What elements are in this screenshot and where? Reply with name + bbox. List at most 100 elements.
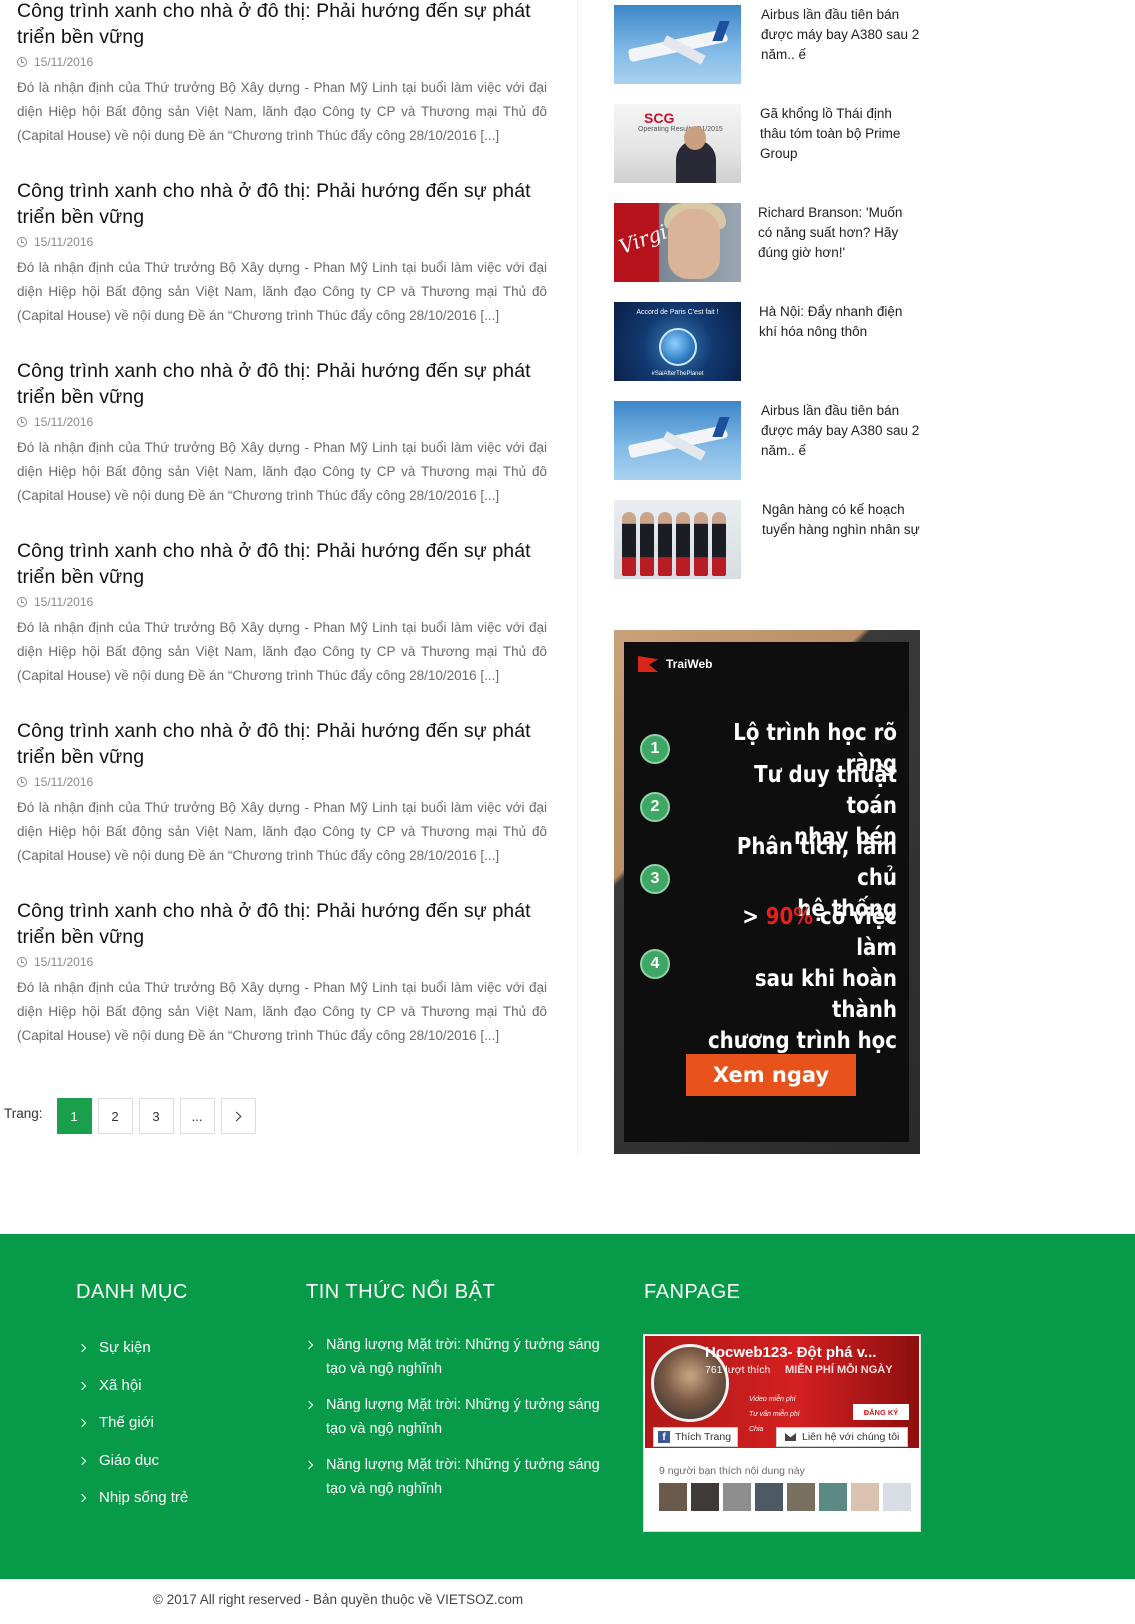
article-date-text: 15/11/2016 [34,775,94,789]
sidebar-news-title[interactable]: Airbus lần đầu tiên bán được máy bay A38… [761,401,921,461]
fanpage-bullet: Video miễn phí [749,1396,796,1403]
article-title[interactable]: Công trình xanh cho nhà ở đô thị: Phải h… [17,0,547,50]
avatar[interactable] [691,1483,719,1511]
sidebar-news-item[interactable]: Virgin Richard Branson: 'Muốn có năng su… [614,203,924,283]
article-date: 15/11/2016 [17,774,547,790]
news-thumbnail[interactable]: Virgin [614,203,741,282]
sidebar-news-title[interactable]: Richard Branson: 'Muốn có năng suất hơn?… [758,203,920,263]
article-excerpt: Đó là nhận định của Thứ trưởng Bộ Xây dự… [17,800,547,863]
footer: DANH MỤC Sự kiện Xã hội Thế giới Giáo dụ… [0,1234,1135,1579]
footer-featured-title: TIN THỨC NỔI BẬT [306,1281,496,1303]
footer-category-link[interactable]: Giáo dục [77,1451,188,1489]
ad-cta-button[interactable]: Xem ngay [686,1054,856,1096]
sidebar-news-item[interactable]: Accord de Paris C'est fait ! #SaiAfterTh… [614,302,924,382]
avatar[interactable] [755,1483,783,1511]
footer-featured-link[interactable]: Năng lượng Mặt trời: Những ý tưởng sáng … [304,1393,604,1453]
sidebar-news-item[interactable]: Ngân hàng có kế hoạch tuyển hàng nghìn n… [614,500,924,580]
article-date: 15/11/2016 [17,54,547,70]
ad-item-line: > 90% có việc làm [702,902,897,964]
thumbnail-caption: Operating Results Q1/2015 [638,126,723,133]
facebook-page-widget[interactable]: Hocweb123- Đột phá v... 761 lượt thích M… [643,1334,921,1532]
contact-us-button[interactable]: Liên hệ với chúng tôi [776,1427,909,1447]
footer-featured-link[interactable]: Năng lượng Mặt trời: Những ý tưởng sáng … [304,1333,604,1393]
article-title[interactable]: Công trình xanh cho nhà ở đô thị: Phải h… [17,898,547,950]
fanpage-name[interactable]: Hocweb123- Đột phá v... [705,1344,876,1361]
article-excerpt: Đó là nhận định của Thứ trưởng Bộ Xây dự… [17,440,547,503]
thumbnail-tag: #SaiAfterThePlanet [651,371,704,377]
avatar[interactable] [819,1483,847,1511]
fanpage-banner-text: MIỄN PHÍ MỖI NGÀY [785,1364,893,1376]
avatar[interactable] [883,1483,911,1511]
fanpage-likes: 761 lượt thích [705,1364,771,1376]
avatar[interactable] [851,1483,879,1511]
ad-item-number: 2 [640,791,670,822]
article-title[interactable]: Công trình xanh cho nhà ở đô thị: Phải h… [17,178,547,230]
footer-category-list: Sự kiện Xã hội Thế giới Giáo dục Nhịp số… [77,1338,188,1526]
news-thumbnail[interactable] [614,401,741,480]
article-date-text: 15/11/2016 [34,415,94,429]
sidebar-news-item[interactable]: SCG Operating Results Q1/2015 Gã khổng l… [614,104,924,184]
footer-fanpage-title: FANPAGE [644,1281,741,1303]
footer-category-link[interactable]: Nhịp sống trẻ [77,1488,188,1526]
thumbnail-logo: SCG [644,110,675,126]
article-title[interactable]: Công trình xanh cho nhà ở đô thị: Phải h… [17,538,547,590]
article-excerpt: Đó là nhận định của Thứ trưởng Bộ Xây dự… [17,980,547,1043]
sidebar-news-title[interactable]: Gã khổng lồ Thái định thâu tóm toàn bộ P… [760,104,920,164]
news-thumbnail[interactable]: Accord de Paris C'est fait ! #SaiAfterTh… [614,302,741,381]
page-button-ellipsis[interactable]: ... [179,1098,215,1134]
article-excerpt: Đó là nhận định của Thứ trưởng Bộ Xây dự… [17,80,547,143]
article-date-text: 15/11/2016 [34,235,94,249]
article-item: Công trình xanh cho nhà ở đô thị: Phải h… [17,178,547,328]
avatar[interactable] [659,1483,687,1511]
ad-brand-name: TraiWeb [666,657,713,671]
article-excerpt: Đó là nhận định của Thứ trưởng Bộ Xây dự… [17,260,547,323]
article-date-text: 15/11/2016 [34,595,94,609]
ad-highlight: 90% [765,904,814,930]
article-date: 15/11/2016 [17,594,547,610]
flag-icon [638,656,658,672]
ad-item-number: 3 [640,863,670,894]
page-button-3[interactable]: 3 [138,1098,174,1134]
like-page-button[interactable]: f Thích Trang [653,1427,739,1447]
article-date: 15/11/2016 [17,234,547,250]
fanpage-friend-avatars [659,1483,915,1511]
clock-icon [17,57,27,67]
ad-panel: TraiWeb 1 Lộ trình học rõ ràng 2 Tư duy … [624,642,909,1142]
article-title[interactable]: Công trình xanh cho nhà ở đô thị: Phải h… [17,358,547,410]
footer-category-link[interactable]: Sự kiện [77,1338,188,1376]
news-thumbnail[interactable] [614,500,741,579]
fanpage-bullet: Tư vấn miễn phí [749,1411,800,1418]
article-title[interactable]: Công trình xanh cho nhà ở đô thị: Phải h… [17,718,547,770]
article-item: Công trình xanh cho nhà ở đô thị: Phải h… [17,0,547,148]
ad-item-prefix: > [742,904,766,930]
ad-item-line: Phân tích, làm chủ [736,834,897,891]
avatar[interactable] [723,1483,751,1511]
contact-us-label: Liên hệ với chúng tôi [802,1431,900,1443]
envelope-icon [785,1433,796,1441]
next-page-button[interactable] [220,1098,256,1134]
fanpage-signup-badge: ĐĂNG KÝ [853,1404,909,1420]
news-thumbnail[interactable] [614,5,741,84]
article-excerpt: Đó là nhận định của Thứ trưởng Bộ Xây dự… [17,620,547,683]
footer-category-link[interactable]: Thế giới [77,1413,188,1451]
ad-item-line: chương trình học [707,1028,897,1054]
ad-item-number: 4 [640,948,670,979]
page-button-1[interactable]: 1 [56,1098,92,1134]
ad-banner[interactable]: TraiWeb 1 Lộ trình học rõ ràng 2 Tư duy … [614,630,920,1154]
article-date: 15/11/2016 [17,954,547,970]
sidebar-news-title[interactable]: Airbus lần đầu tiên bán được máy bay A38… [761,5,921,65]
sidebar-news-item[interactable]: Airbus lần đầu tiên bán được máy bay A38… [614,5,924,85]
pagination: Trang: 1 2 3 ... [4,1098,262,1134]
footer-category-link[interactable]: Xã hội [77,1376,188,1414]
ad-item: 4 > 90% có việc làm sau khi hoàn thành c… [640,902,897,1057]
footer-featured-link[interactable]: Năng lượng Mặt trời: Những ý tưởng sáng … [304,1453,604,1513]
avatar[interactable] [787,1483,815,1511]
clock-icon [17,777,27,787]
sidebar-news-item[interactable]: Airbus lần đầu tiên bán được máy bay A38… [614,401,924,481]
article-item: Công trình xanh cho nhà ở đô thị: Phải h… [17,898,547,1048]
news-thumbnail[interactable]: SCG Operating Results Q1/2015 [614,104,741,183]
sidebar-news-title[interactable]: Hà Nội: Đẩy nhanh điện khí hóa nông thôn [759,302,919,342]
sidebar-news-title[interactable]: Ngân hàng có kế hoạch tuyển hàng nghìn n… [762,500,922,540]
page-button-2[interactable]: 2 [97,1098,133,1134]
article-date: 15/11/2016 [17,414,547,430]
